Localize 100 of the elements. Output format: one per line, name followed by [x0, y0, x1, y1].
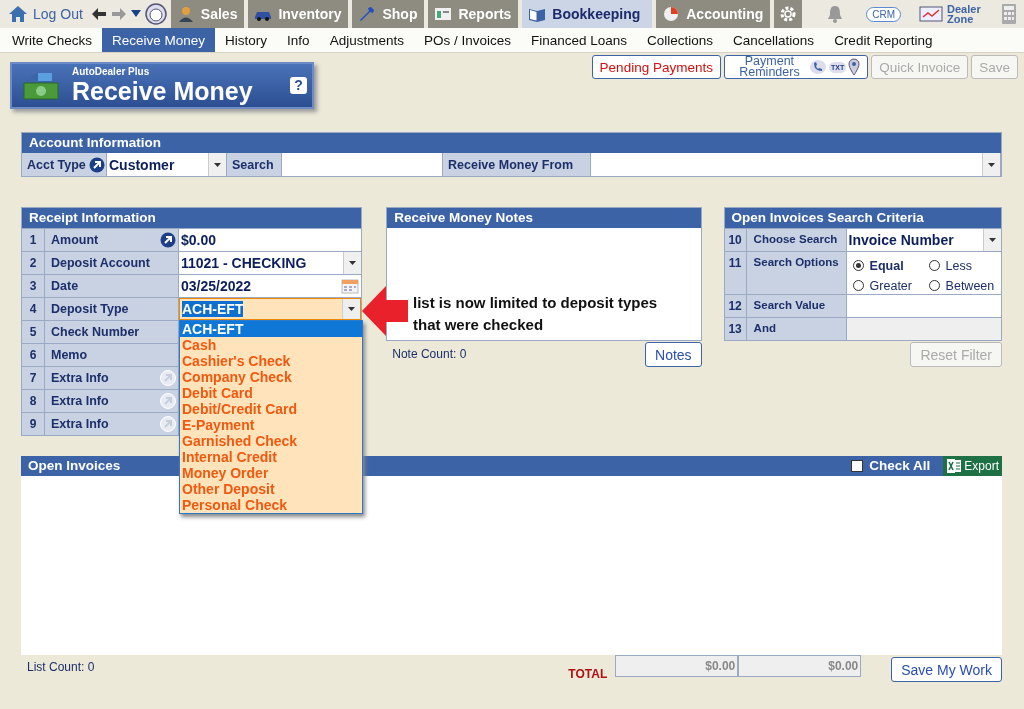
row-number: 5 [22, 321, 45, 343]
note-count: Note Count: 0 [391, 346, 468, 361]
radio-button-icon[interactable] [852, 260, 864, 271]
radio-button-icon[interactable] [928, 260, 940, 271]
field-label: Date [45, 275, 179, 297]
action-button[interactable]: Pending Payments [591, 55, 721, 79]
field-label: Extra Info [45, 413, 179, 435]
radio-button-icon[interactable] [852, 280, 864, 291]
check-all-checkbox[interactable]: Check All [851, 456, 931, 476]
row-number: 10 [724, 229, 747, 251]
home-icon [8, 5, 28, 23]
sub-nav-tab[interactable]: Cancellations [723, 28, 825, 52]
field-label: Check Number [45, 321, 179, 343]
nav-tab[interactable]: Sales [170, 0, 245, 28]
card-icon [919, 5, 944, 23]
book-icon [528, 6, 547, 22]
row-number: 6 [22, 344, 45, 366]
radio-option[interactable]: Between [928, 277, 995, 294]
row-number: 4 [22, 298, 45, 320]
acct-type-select[interactable]: Customer [107, 153, 227, 176]
dropdown-option[interactable]: ACH-EFT [180, 321, 362, 337]
radio-option[interactable]: Equal [852, 257, 929, 274]
date-field[interactable]: 03/25/2022 [179, 275, 362, 297]
sub-nav-tab[interactable]: Write Checks [2, 28, 103, 52]
calendar-icon[interactable] [341, 278, 360, 294]
row-number: 1 [22, 229, 45, 251]
phone-icon [808, 59, 827, 75]
calculator-icon[interactable] [1001, 3, 1018, 25]
crm-button[interactable]: CRM [866, 6, 902, 22]
sub-nav-tab[interactable]: POs / Invoices [413, 28, 521, 52]
save-my-work-button[interactable]: Save My Work [891, 657, 1002, 682]
row-number: 8 [22, 390, 45, 412]
caret-icon [348, 307, 356, 311]
sub-nav-tab[interactable]: Receive Money [102, 28, 216, 52]
page-title: Receive Money [72, 77, 254, 105]
sub-nav-tab[interactable]: Info [277, 28, 320, 52]
panel-header: Receive Money Notes [387, 208, 701, 228]
back-arrow-icon[interactable] [90, 7, 107, 21]
choose-search-select[interactable]: Invoice Number [846, 229, 1001, 251]
arrow-button-icon[interactable] [160, 232, 176, 248]
field-label: Deposit Account [45, 252, 179, 274]
caret-icon [989, 238, 996, 242]
field-label: Receive Money From [443, 153, 591, 176]
field-label: Search [227, 153, 282, 176]
nav-tab[interactable]: Shop [352, 0, 425, 28]
panel-title: Open Invoices [28, 457, 121, 475]
annotation-text: list is now limited to deposit types that were checked [413, 293, 658, 335]
row-number: 2 [22, 252, 45, 274]
logout-link[interactable]: Log Out [8, 5, 83, 23]
bell-icon[interactable] [826, 4, 845, 24]
arrow-button-icon[interactable] [88, 156, 105, 173]
nav-tab[interactable]: Inventory [248, 0, 349, 28]
sub-nav-tab[interactable]: Collections [637, 28, 724, 52]
dealer-zone-link[interactable]: Dealer Zone [919, 4, 984, 24]
settings-button[interactable] [774, 0, 803, 28]
caret-icon [214, 162, 221, 167]
total-amount: $0.00 [738, 655, 862, 677]
list-count: List Count: 0 [26, 659, 96, 674]
row-number: 9 [22, 413, 45, 435]
sub-nav-tab[interactable]: History [215, 28, 278, 52]
nav-tab[interactable]: Bookkeeping [522, 0, 653, 28]
field-label: Acct Type [22, 153, 107, 176]
radio-option[interactable]: Greater [852, 277, 929, 294]
sub-nav-tab[interactable]: Credit Reporting [824, 28, 943, 52]
total-amount: $0.00 [615, 655, 739, 677]
radio-option[interactable]: Less [928, 257, 995, 274]
notes-button[interactable]: Notes [645, 342, 702, 367]
sub-nav-tab[interactable]: Adjustments [319, 28, 414, 52]
field-label: Deposit Type [45, 298, 179, 320]
radio-button-icon[interactable] [928, 280, 940, 291]
spreadsheet-icon [946, 458, 963, 474]
field-label: Extra Info [45, 367, 179, 389]
pie-chart-icon [662, 6, 681, 22]
wrench-icon [358, 6, 377, 22]
field-label: Extra Info [45, 390, 179, 412]
row-number: 7 [22, 367, 45, 389]
report-icon [434, 6, 453, 22]
caret-icon [988, 162, 995, 167]
select-field[interactable]: 11021 - CHECKING [179, 252, 362, 274]
caret-icon[interactable] [130, 10, 141, 18]
export-button[interactable]: Export [943, 456, 1002, 476]
field-label: Memo [45, 344, 179, 366]
field-label: Choose Search [746, 229, 847, 251]
field-label: Search Value [746, 295, 847, 317]
panel-header: Receipt Information [22, 208, 362, 228]
field-label: And [746, 318, 847, 340]
money-icon [22, 70, 62, 101]
input-field[interactable]: $0.00 [179, 229, 362, 251]
user-avatar-icon[interactable] [144, 3, 167, 25]
total-label: TOTAL [568, 667, 608, 681]
nav-tab[interactable]: Accounting [656, 0, 771, 28]
row-number: 3 [22, 275, 45, 297]
map-pin-icon [848, 58, 861, 76]
field-label: Amount [45, 229, 179, 251]
person-icon [176, 6, 195, 22]
sub-nav-tab[interactable]: Financed Loans [520, 28, 638, 52]
caret-icon [349, 261, 357, 265]
nav-tab[interactable]: Reports [428, 0, 519, 28]
pointer-arrow-icon [362, 286, 408, 336]
help-button[interactable]: ? [290, 77, 307, 94]
